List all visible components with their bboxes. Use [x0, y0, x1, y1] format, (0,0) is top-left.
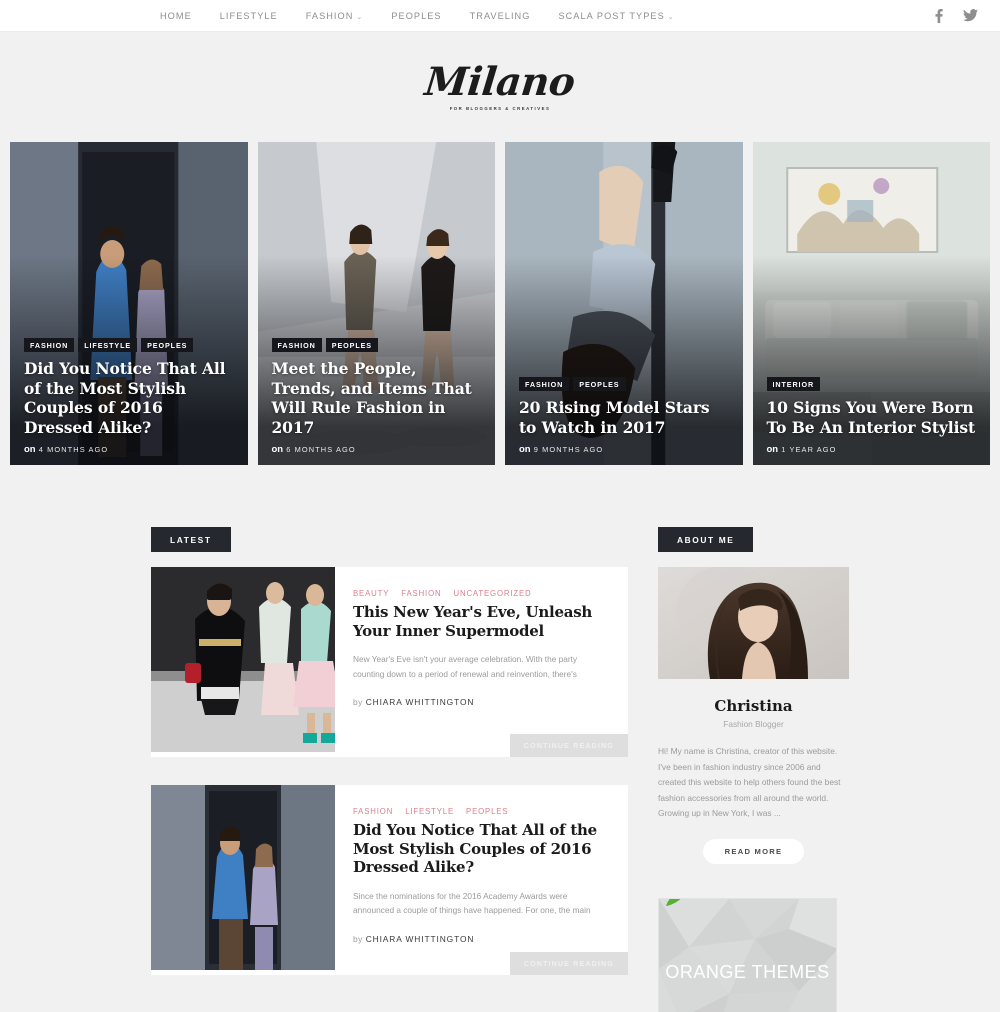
ad-brand-text: ORANGE THEMES: [665, 962, 830, 983]
post-title[interactable]: Did You Notice That All of the Most Styl…: [353, 821, 610, 877]
nav-item-label: HOME: [160, 10, 192, 21]
meta-prefix: on: [766, 444, 779, 455]
read-more-button[interactable]: READ MORE: [702, 838, 805, 864]
nav-item-label: FASHION: [305, 10, 354, 21]
sidebar: ABOUT ME Christina Fashion Blogger Hi! M…: [658, 527, 849, 1012]
chevron-down-icon: ⌄: [667, 13, 675, 21]
featured-slide-title[interactable]: Did You Notice That All of the Most Styl…: [24, 359, 234, 438]
post-body: FASHION LIFESTYLE PEOPLES Did You Notice Th…: [335, 785, 628, 975]
author-name: Christina: [714, 697, 793, 715]
nav-item-scala-post-types[interactable]: SCALA POST TYPES ⌄: [544, 11, 688, 21]
featured-slide-caption: FASHION PEOPLES 20 Rising Model Stars to W…: [519, 377, 729, 455]
logo-wordmark: Milano: [422, 59, 578, 105]
meta-date: 4 MONTHS AGO: [38, 445, 109, 454]
category-badge[interactable]: INTERIOR: [766, 377, 821, 392]
featured-slide[interactable]: FASHION PEOPLES Meet the People, Trends, a…: [257, 142, 495, 465]
continue-reading-button[interactable]: CONTINUE READING: [509, 952, 628, 975]
post-card[interactable]: FASHION LIFESTYLE PEOPLES Did You Notice Th…: [151, 785, 628, 975]
nav-item-label: SCALA POST TYPES: [558, 10, 665, 21]
featured-slide-title[interactable]: 10 Signs You Were Born To Be An Interior…: [767, 398, 977, 438]
category-list: FASHION LIFESTYLE PEOPLES: [24, 337, 234, 352]
top-navigation-bar: HOME LIFESTYLE FASHION ⌄ PEOPLES TRAVELING SCA…: [0, 0, 1000, 32]
featured-slide-meta: on 1 YEAR AGO: [767, 444, 977, 455]
post-author-name[interactable]: CHIARA WHITTINGTON: [366, 697, 475, 707]
post-category-link[interactable]: LIFESTYLE: [405, 807, 454, 816]
post-card[interactable]: BEAUTY FASHION UNCATEGORIZED This New Year'…: [151, 567, 628, 757]
featured-slide-title[interactable]: Meet the People, Trends, and Items That …: [272, 359, 482, 438]
featured-slide-caption: INTERIOR 10 Signs You Were Born To Be An …: [766, 377, 977, 455]
featured-slide[interactable]: FASHION LIFESTYLE PEOPLES Did You Notice Th…: [10, 142, 248, 465]
post-title[interactable]: This New Year's Eve, Unleash Your Inner …: [353, 603, 610, 640]
nav-item-label: TRAVELING: [469, 10, 531, 21]
post-category-list: FASHION LIFESTYLE PEOPLES: [353, 807, 610, 816]
nav-item-home[interactable]: HOME: [146, 11, 206, 21]
featured-slide[interactable]: INTERIOR 10 Signs You Were Born To Be An …: [752, 142, 990, 465]
twitter-icon[interactable]: [963, 9, 978, 22]
post-body: BEAUTY FASHION UNCATEGORIZED This New Year'…: [335, 567, 628, 757]
site-logo[interactable]: Milano FOR BLOGGERS & CREATIVES: [0, 32, 1000, 142]
post-author-prefix: by: [353, 933, 363, 944]
category-badge[interactable]: LIFESTYLE: [78, 337, 138, 352]
nav-item-peoples[interactable]: PEOPLES: [377, 11, 455, 21]
main-column: LATEST BEAUTY FASHION UNCATEGORIZED This Ne…: [151, 527, 628, 1012]
post-author-prefix: by: [353, 697, 363, 708]
category-list: FASHION PEOPLES: [519, 377, 729, 392]
category-badge[interactable]: PEOPLES: [325, 337, 379, 352]
post-thumbnail[interactable]: [151, 567, 335, 757]
category-badge[interactable]: PEOPLES: [141, 337, 194, 352]
meta-prefix: on: [24, 444, 36, 455]
category-badge[interactable]: FASHION: [24, 337, 75, 352]
nav-item-traveling[interactable]: TRAVELING: [456, 11, 545, 21]
facebook-icon[interactable]: [935, 8, 943, 23]
author-role: Fashion Blogger: [723, 719, 784, 729]
latest-section-label: LATEST: [151, 527, 231, 552]
post-list: BEAUTY FASHION UNCATEGORIZED This New Year'…: [151, 567, 628, 975]
post-category-link[interactable]: UNCATEGORIZED: [453, 589, 531, 598]
meta-date: 1 YEAR AGO: [781, 445, 837, 454]
featured-slide-meta: on 6 MONTHS AGO: [272, 444, 482, 455]
social-links: [935, 8, 978, 23]
post-category-link[interactable]: FASHION: [353, 807, 393, 816]
post-excerpt: New Year's Eve isn't your average celebr…: [353, 654, 578, 679]
post-category-link[interactable]: FASHION: [401, 589, 441, 598]
post-author: by CHIARA WHITTINGTON: [353, 934, 610, 944]
nav-item-fashion[interactable]: FASHION ⌄: [292, 11, 378, 21]
post-thumbnail[interactable]: [151, 785, 335, 975]
meta-prefix: on: [519, 444, 531, 455]
category-badge[interactable]: FASHION: [271, 337, 322, 352]
logo-tagline: FOR BLOGGERS & CREATIVES: [449, 106, 551, 111]
featured-slide-meta: on 4 MONTHS AGO: [24, 444, 234, 455]
nav-item-label: PEOPLES: [391, 10, 442, 21]
meta-date: 9 MONTHS AGO: [533, 445, 604, 454]
main-menu: HOME LIFESTYLE FASHION ⌄ PEOPLES TRAVELING SCA…: [146, 11, 689, 21]
featured-slider: FASHION LIFESTYLE PEOPLES Did You Notice Th…: [0, 142, 1000, 465]
nav-item-lifestyle[interactable]: LIFESTYLE: [206, 11, 292, 21]
post-category-list: BEAUTY FASHION UNCATEGORIZED: [353, 589, 610, 598]
post-author: by CHIARA WHITTINGTON: [353, 697, 610, 707]
chevron-down-icon: ⌄: [356, 13, 364, 21]
nav-item-label: LIFESTYLE: [219, 10, 278, 21]
featured-slide-caption: FASHION LIFESTYLE PEOPLES Did You Notice Th…: [24, 337, 234, 455]
category-badge[interactable]: PEOPLES: [573, 377, 626, 392]
meta-date: 6 MONTHS AGO: [286, 445, 356, 454]
continue-reading-button[interactable]: CONTINUE READING: [509, 734, 628, 757]
featured-slide[interactable]: FASHION PEOPLES 20 Rising Model Stars to W…: [505, 142, 743, 465]
category-list: FASHION PEOPLES: [271, 337, 482, 352]
post-category-link[interactable]: PEOPLES: [466, 807, 508, 816]
category-list: INTERIOR: [766, 377, 977, 392]
author-bio: Hi! My name is Christina, creator of thi…: [658, 746, 841, 819]
about-me-section-label: ABOUT ME: [658, 527, 754, 552]
featured-slide-caption: FASHION PEOPLES Meet the People, Trends, a…: [271, 337, 482, 455]
featured-slide-meta: on 9 MONTHS AGO: [519, 444, 729, 455]
meta-prefix: on: [271, 444, 284, 455]
post-category-link[interactable]: BEAUTY: [353, 589, 389, 598]
page-content: LATEST BEAUTY FASHION UNCATEGORIZED This Ne…: [0, 465, 1000, 1012]
advertisement-banner[interactable]: ORANGE THEMES 336x280px: [658, 897, 837, 1012]
author-avatar: [658, 567, 849, 679]
featured-slide-title[interactable]: 20 Rising Model Stars to Watch in 2017: [519, 398, 729, 438]
post-excerpt: Since the nominations for the 2016 Acade…: [353, 890, 591, 916]
category-badge[interactable]: FASHION: [519, 377, 570, 392]
post-author-name[interactable]: CHIARA WHITTINGTON: [366, 934, 475, 944]
leaf-icon: [665, 898, 687, 913]
